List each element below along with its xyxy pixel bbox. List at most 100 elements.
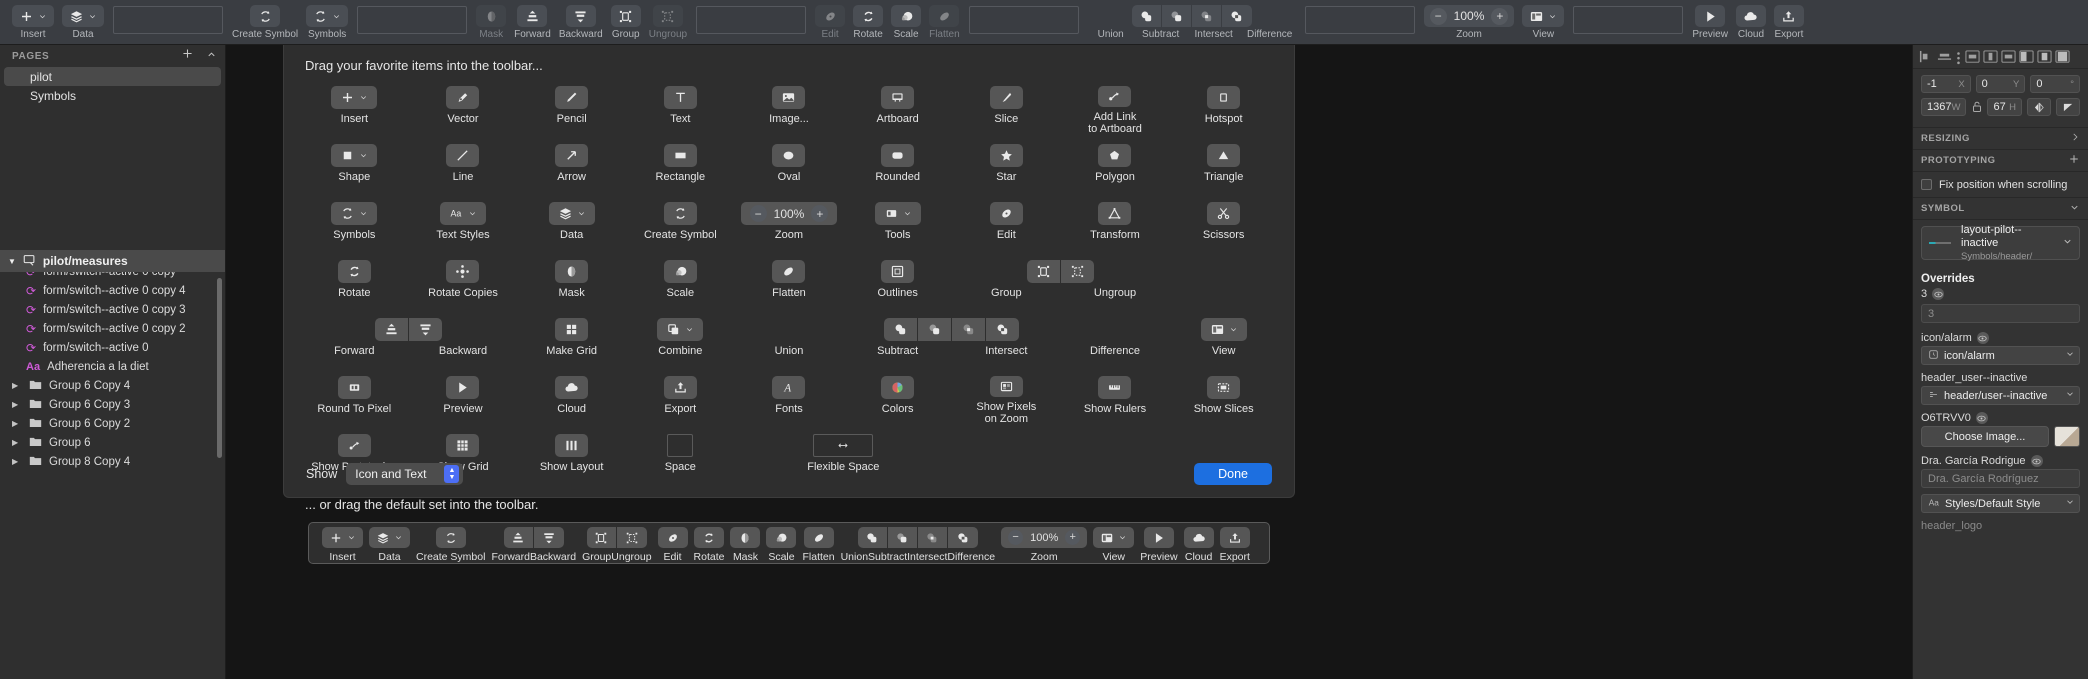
chevron-down-icon[interactable] <box>88 12 97 21</box>
chevron-down-icon[interactable] <box>2065 389 2075 402</box>
toolbar-button-cloud[interactable] <box>1735 5 1766 27</box>
toolbar-button-forward[interactable] <box>517 5 548 27</box>
toolbar-flexible-space[interactable] <box>696 6 807 34</box>
palette-button-hotspot[interactable] <box>1207 86 1241 109</box>
default-button-ungroup[interactable] <box>616 527 647 548</box>
toolbar-item-palette[interactable]: Insert Vector Pencil Text Image... Artboard Sl… <box>284 73 1294 483</box>
palette-button-create-symbol[interactable] <box>663 202 697 225</box>
palette-button-data[interactable] <box>548 202 595 225</box>
default-button-export[interactable] <box>1219 527 1250 548</box>
palette-button-rotate[interactable] <box>337 260 371 283</box>
chevron-down-icon[interactable] <box>1548 12 1557 21</box>
layers-scrollbar[interactable] <box>217 278 222 458</box>
palette-button-view[interactable] <box>1200 318 1247 341</box>
chevron-down-icon[interactable] <box>359 209 368 218</box>
chevron-down-icon[interactable] <box>2065 497 2075 510</box>
default-button-preview[interactable] <box>1143 527 1174 548</box>
default-button-intersect[interactable] <box>917 527 948 548</box>
palette-button-polygon[interactable] <box>1098 144 1132 167</box>
chevron-down-icon[interactable] <box>2065 349 2075 362</box>
toolbar-button-preview[interactable] <box>1695 5 1726 27</box>
default-button-data[interactable] <box>369 527 410 548</box>
add-prototyping-icon[interactable] <box>2068 153 2080 168</box>
toolbar-flexible-space[interactable] <box>968 6 1079 34</box>
width-field[interactable]: 1367 W <box>1921 98 1967 116</box>
palette-zoom-stepper[interactable]: −100% + Zoom <box>735 199 844 251</box>
palette-button-forward[interactable] <box>375 318 410 341</box>
flip-horizontal-button[interactable] <box>2027 98 2051 116</box>
image-thumbnail[interactable] <box>2054 426 2080 447</box>
choose-image-button[interactable]: Choose Image... <box>1921 426 2049 447</box>
prototyping-section-header[interactable]: PROTOTYPING <box>1913 150 2088 172</box>
default-button-view[interactable] <box>1093 527 1135 548</box>
default-zoom-out-button[interactable]: − <box>1008 530 1024 545</box>
toolbar-button-view[interactable] <box>1522 5 1565 27</box>
chevron-down-icon[interactable] <box>38 12 47 21</box>
palette-button-transform[interactable] <box>1098 202 1132 225</box>
chevron-down-icon[interactable] <box>685 325 694 334</box>
default-button-subtract[interactable] <box>887 527 918 548</box>
layer-row[interactable]: ▶ Group 6 Copy 4 <box>0 376 225 395</box>
palette-button-colors[interactable] <box>881 376 915 399</box>
palette-button-image[interactable] <box>772 86 806 109</box>
layer-row[interactable]: Aa Adherencia a la diet <box>0 357 225 376</box>
chevron-down-icon[interactable] <box>359 151 368 160</box>
palette-button-difference[interactable] <box>986 318 1020 341</box>
align-bottom-icon[interactable] <box>2001 50 2016 63</box>
palette-zoom-out-button[interactable]: − <box>749 205 767 222</box>
palette-button-pencil[interactable] <box>555 86 589 109</box>
collapse-pages-icon[interactable] <box>206 47 217 65</box>
default-button-cloud[interactable] <box>1183 527 1214 548</box>
chevron-down-icon[interactable] <box>468 209 477 218</box>
chevron-down-icon[interactable] <box>347 533 356 542</box>
toolbar-button-mask[interactable] <box>476 5 507 27</box>
rotation-field[interactable]: 0 ° <box>2030 75 2081 93</box>
palette-button-make-grid[interactable] <box>555 318 589 341</box>
align-fill-right-icon[interactable] <box>2055 50 2070 63</box>
override-4-select[interactable]: Aa Styles/Default Style <box>1921 494 2080 513</box>
zoom-in-button[interactable]: + <box>1491 7 1509 25</box>
zoom-out-button[interactable]: − <box>1429 7 1447 25</box>
toolbar-button-export[interactable] <box>1773 5 1804 27</box>
layer-twisty-icon[interactable]: ▶ <box>12 381 22 390</box>
toolbar-button-intersect[interactable] <box>1191 5 1222 27</box>
default-button-insert[interactable] <box>322 527 363 548</box>
artboard-twisty-icon[interactable]: ▼ <box>8 257 16 266</box>
palette-button-show-slices[interactable] <box>1207 376 1241 399</box>
palette-button-intersect[interactable] <box>952 318 987 341</box>
toolbar-button-ungroup[interactable] <box>652 5 683 27</box>
layer-row[interactable]: ▶ Group 6 <box>0 433 225 452</box>
layer-twisty-icon[interactable]: ▶ <box>12 438 22 447</box>
lock-aspect-icon[interactable] <box>1971 101 1982 113</box>
align-center-horizontal-icon[interactable] <box>1937 50 1952 63</box>
palette-button-artboard[interactable] <box>881 86 915 109</box>
palette-button-group[interactable] <box>1027 260 1062 283</box>
chevron-right-icon[interactable] <box>2070 132 2080 145</box>
palette-zoom-in-button[interactable]: + <box>811 205 829 222</box>
toolbar-button-union[interactable] <box>1131 5 1162 27</box>
palette-button-round-to-pixel[interactable] <box>337 376 371 399</box>
chevron-down-icon[interactable] <box>394 533 403 542</box>
default-button-mask[interactable] <box>730 527 761 548</box>
default-button-forward[interactable] <box>503 527 534 548</box>
palette-button-show-rulers[interactable] <box>1098 376 1132 399</box>
eye-icon[interactable] <box>1975 412 1988 424</box>
layer-twisty-icon[interactable]: ▶ <box>12 400 22 409</box>
toolbar-button-backward[interactable] <box>565 5 596 27</box>
toolbar-button-rotate[interactable] <box>853 5 884 27</box>
symbol-section-header[interactable]: SYMBOL <box>1913 198 2088 220</box>
show-mode-select[interactable]: Icon and Text ▲ ▼ <box>346 463 464 485</box>
page-item-pilot[interactable]: pilot <box>4 67 221 86</box>
artboard-row[interactable]: ▼ pilot/measures <box>0 250 225 272</box>
layer-row[interactable]: ▶ Group 6 Copy 2 <box>0 414 225 433</box>
align-fill-left-icon[interactable] <box>2019 50 2034 63</box>
palette-button-fonts[interactable]: A <box>772 376 806 399</box>
palette-button-edit[interactable] <box>989 202 1023 225</box>
palette-button-triangle[interactable] <box>1207 144 1241 167</box>
layer-row[interactable]: ⟳ form/switch--active 0 <box>0 338 225 357</box>
x-field[interactable]: -1 X <box>1921 75 1971 93</box>
palette-button-oval[interactable] <box>772 144 806 167</box>
default-button-group[interactable] <box>586 527 617 548</box>
palette-button-flatten[interactable] <box>772 260 806 283</box>
toolbar-flexible-space[interactable] <box>357 6 468 34</box>
